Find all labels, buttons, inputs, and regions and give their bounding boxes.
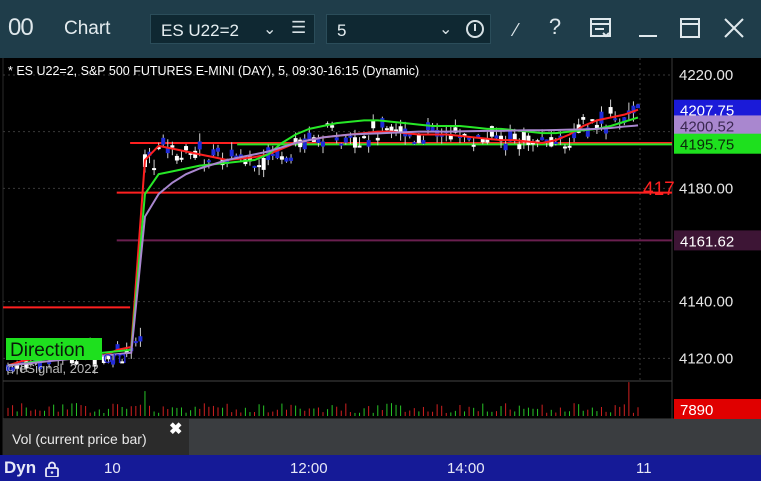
candle-body [330,125,335,128]
close-icon[interactable] [722,16,750,40]
candle-body [608,107,613,114]
candle-body [471,144,476,147]
window-title: Chart [64,18,111,39]
candle-body [174,155,179,161]
price-tick-label: 4120.00 [679,350,733,367]
volume-label: Vol (current price bar) [12,431,147,447]
moving-average-line [7,124,639,367]
candle-body [252,165,257,168]
candle-body [170,145,175,148]
candle-body [179,157,184,160]
candle-body [184,146,189,151]
maximize-icon[interactable] [678,16,706,40]
candle-body [503,143,508,151]
candle-body [348,135,353,138]
candle-body [206,160,211,163]
direction-badge: Direction [10,340,85,361]
candle-body [279,156,284,160]
price-tick-label: 4180.00 [679,180,733,197]
minimize-icon[interactable] [636,16,664,40]
dynamic-toggle[interactable]: Dyn [4,458,36,478]
help-icon[interactable]: ? [541,14,569,40]
chevron-down-icon[interactable]: ⌄ [263,19,276,39]
candle-body [494,135,499,139]
clock-icon[interactable] [466,20,484,38]
candle-body [366,140,371,147]
price-chart[interactable]: 4220.004200.004180.004140.004120.00 4207… [0,58,761,455]
candle-body [339,143,344,146]
candle-body [362,136,367,139]
symbol-value: ES U22=2 [161,21,239,40]
candle-body [636,104,640,109]
candle-body [517,144,522,150]
time-tick: 14:00 [447,460,485,477]
candle-body [216,147,220,152]
candle-body [380,118,385,128]
price-tick-label: 4220.00 [679,67,733,84]
candle-body [261,157,266,170]
menu-lines-icon[interactable]: ☰ [291,18,306,38]
candle-body [357,145,362,148]
chevron-down-icon[interactable]: ⌄ [439,19,452,39]
moving-average-line [7,116,639,367]
candle-body [553,142,558,145]
price-marker: 4200.52 [680,118,734,135]
time-tick: 12:00 [290,460,328,477]
candle-body [599,111,604,124]
candle-body [197,141,202,150]
candle-body [407,134,412,137]
level-label: 417 [643,179,675,200]
interval-selector[interactable]: 5 ⌄ [326,14,491,44]
candle-body [284,157,289,162]
candle-body [421,140,426,144]
candle-body [334,137,339,141]
candle-body [289,157,294,161]
chart-area[interactable]: 4220.004200.004180.004140.004120.00 4207… [0,58,761,455]
volume-marker: 7890 [680,402,713,419]
price-tick-label: 4140.00 [679,294,733,311]
direction-suffix: om [103,348,127,367]
candle-body [613,118,618,121]
candle-body [352,137,357,148]
candle-body [343,137,348,143]
time-axis[interactable]: Dyn 10 12:00 14:00 11 [0,455,761,481]
candle-body [430,127,435,132]
candle-body [211,149,216,156]
close-icon[interactable]: ✖ [169,419,182,439]
candle-body [412,142,417,145]
app-logo-icon: 00 [8,14,34,41]
candle-body [581,117,586,120]
title-bar: 00 Chart ES U22=2 ⌄ ☰ 5 ⌄ ⁄ ? [0,0,761,58]
candle-body [389,126,394,132]
volume-pane-empty [189,419,761,455]
candle-body [138,336,143,342]
price-marker: 4161.62 [680,233,734,250]
candle-body [152,168,157,171]
page-settings-icon[interactable] [589,16,617,40]
time-tick: 11 [636,460,652,477]
candle-body [416,134,421,143]
candle-body [257,165,262,168]
time-tick: 10 [104,460,121,477]
interval-value: 5 [337,21,347,40]
candle-body [321,141,325,147]
candle-body [307,132,312,140]
lock-icon[interactable] [44,461,60,477]
candle-body [526,135,531,145]
candle-body [375,137,380,141]
candle-body [133,341,138,344]
candle-body [567,145,572,148]
candle-body [229,149,234,157]
chart-legend: * ES U22=2, S&P 500 FUTURES E-MINI (DAY)… [8,64,420,78]
volume-pane-label: Vol (current price bar) ✖ [3,419,189,455]
copyright: © eSignal, 2022 [6,361,99,376]
price-marker: 4195.75 [680,137,734,154]
candle-body [270,153,275,156]
candle-body [562,146,567,149]
candle-body [540,137,545,141]
draw-tool-icon[interactable]: ⁄ [502,20,530,41]
candle-body [161,137,166,145]
symbol-selector[interactable]: ES U22=2 ⌄ ☰ [150,14,315,44]
candle-body [384,128,389,131]
